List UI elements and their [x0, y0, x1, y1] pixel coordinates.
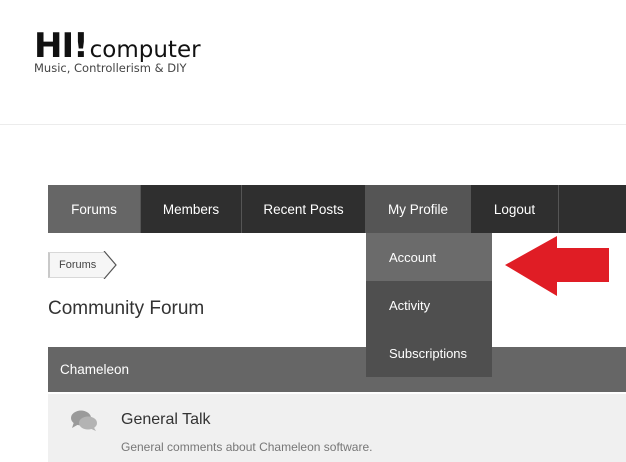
forum-section-header[interactable]: Chameleon [48, 347, 626, 392]
nav-my-profile[interactable]: My Profile [366, 185, 471, 233]
breadcrumb-forums[interactable]: Forums [48, 252, 105, 278]
forum-row[interactable]: General Talk General comments about Cham… [48, 394, 626, 462]
nav-recent-posts[interactable]: Recent Posts [242, 185, 366, 233]
forum-description: General comments about Chameleon softwar… [121, 440, 373, 454]
main-nav: Forums Members Recent Posts My Profile L… [48, 185, 626, 233]
breadcrumb: Forums [48, 251, 118, 279]
chat-bubbles-icon [71, 410, 97, 431]
header-divider [0, 124, 626, 125]
nav-logout[interactable]: Logout [471, 185, 559, 233]
menu-item-activity[interactable]: Activity [366, 281, 492, 329]
chevron-right-icon [103, 251, 118, 279]
page: HI! computer Music, Controllerism & DIY … [0, 0, 626, 462]
site-tagline: Music, Controllerism & DIY [34, 61, 187, 75]
nav-forums[interactable]: Forums [48, 185, 141, 233]
menu-item-subscriptions[interactable]: Subscriptions [366, 329, 492, 377]
logo-hi: HI! [34, 26, 89, 66]
menu-item-account[interactable]: Account [366, 233, 492, 281]
site-logo[interactable]: HI! computer Music, Controllerism & DIY [34, 28, 201, 75]
forum-name[interactable]: General Talk [121, 411, 211, 429]
nav-members[interactable]: Members [141, 185, 242, 233]
red-arrow-icon [505, 236, 609, 296]
profile-dropdown-menu: Account Activity Subscriptions [366, 233, 492, 377]
page-title: Community Forum [48, 298, 205, 319]
logo-text: computer [89, 37, 201, 63]
